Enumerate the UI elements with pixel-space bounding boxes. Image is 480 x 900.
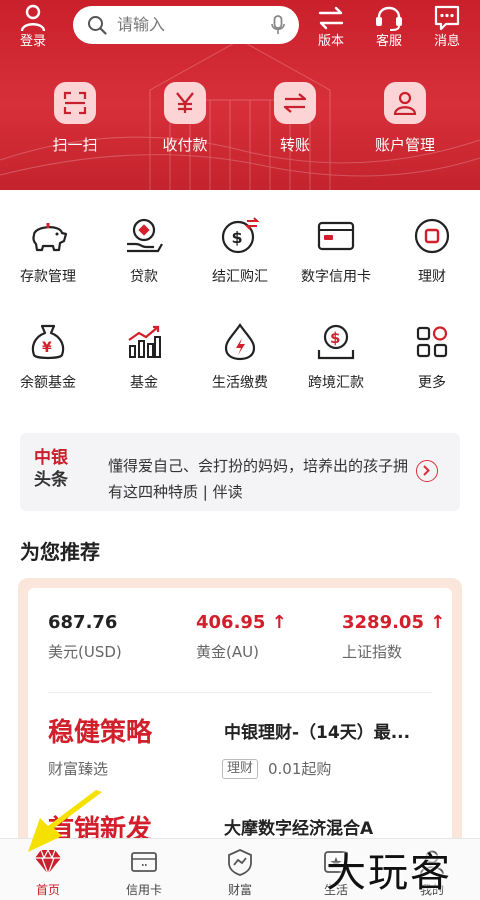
market-quote-shanghai-index[interactable]: 3289.05 ↑ 上证指数	[342, 612, 445, 662]
grid-label: 理财	[418, 269, 446, 285]
payment-label: 收付款	[162, 136, 208, 154]
loan-icon	[127, 218, 163, 253]
version-label: 版本	[317, 34, 344, 49]
news-headline-banner[interactable]: 中银 头条 懂得爱自己、会打扮的妈妈，培养出的孩子拥有这四种特质 | 伴读	[20, 433, 460, 511]
product-min-purchase: 0.01起购	[268, 760, 332, 778]
grid-label: 更多	[418, 375, 446, 391]
chevron-right-icon[interactable]	[416, 460, 438, 482]
grid-item-more[interactable]: 更多	[384, 322, 480, 392]
account-management-button[interactable]: 账户管理	[359, 82, 451, 155]
watermark: 大玩客	[326, 850, 452, 896]
search-icon	[88, 16, 107, 35]
grid-item-wealth[interactable]: 理财	[384, 216, 480, 286]
scan-icon	[54, 82, 96, 124]
wealth-shield-icon	[228, 849, 252, 876]
scan-button[interactable]: 扫一扫	[29, 82, 121, 155]
quote-value: 406.95 ↑	[196, 612, 287, 633]
version-button[interactable]: 版本	[309, 4, 353, 52]
quote-name: 黄金(AU)	[196, 643, 259, 661]
quote-value: 687.76	[48, 612, 118, 633]
quote-name: 上证指数	[342, 643, 403, 661]
product-name[interactable]: 中银理财-（14天）最...	[224, 718, 434, 743]
login-button[interactable]: 登录	[11, 4, 55, 52]
transfer-button[interactable]: 转账	[249, 82, 341, 155]
nav-label: 财富	[227, 883, 252, 897]
account-management-label: 账户管理	[374, 136, 435, 154]
customer-service-button[interactable]: 客服	[367, 4, 411, 52]
quote-name: 美元(USD)	[48, 643, 122, 661]
transfer-label: 转账	[279, 136, 310, 154]
switch-icon	[318, 6, 344, 30]
nav-label: 首页	[35, 883, 60, 897]
headset-icon	[376, 6, 402, 31]
grid-label: 跨境汇款	[308, 375, 364, 391]
grid-label: 存款管理	[20, 269, 76, 285]
fund-chart-icon	[128, 325, 161, 358]
payment-button[interactable]: 收付款	[139, 82, 231, 155]
quote-value: 3289.05 ↑	[342, 612, 446, 633]
credit-card-icon	[317, 221, 355, 251]
strategy-subtitle: 财富臻选	[48, 760, 109, 778]
product-name[interactable]: 大摩数字经济混合A	[224, 814, 434, 839]
login-label: 登录	[19, 34, 46, 49]
product-tag: 理财	[222, 759, 259, 779]
search-input[interactable]: 请输入	[73, 6, 299, 44]
recommend-section-title: 为您推荐	[20, 540, 100, 564]
grid-item-balance-fund[interactable]: ¥ 余额基金	[0, 322, 96, 392]
money-bag-icon: ¥	[31, 324, 65, 360]
utility-icon	[224, 323, 256, 361]
strategy-title[interactable]: 稳健策略	[48, 712, 152, 749]
svg-text:$: $	[232, 228, 243, 247]
scan-label: 扫一扫	[52, 136, 98, 154]
wealth-icon	[414, 218, 450, 254]
grid-item-deposit[interactable]: 存款管理	[0, 216, 96, 286]
grid-item-loan[interactable]: 贷款	[96, 216, 192, 286]
more-icon	[416, 326, 448, 358]
card-icon	[131, 852, 157, 872]
grid-item-fx[interactable]: $ 结汇购汇	[192, 216, 288, 286]
account-icon	[384, 82, 426, 124]
exchange-icon: $	[221, 217, 260, 254]
transfer-icon	[274, 82, 316, 124]
bank-headline-logo: 中银 头条	[34, 447, 82, 491]
grid-label: 余额基金	[20, 375, 76, 391]
nav-label: 信用卡	[125, 883, 162, 897]
grid-label: 结汇购汇	[212, 269, 268, 285]
grid-label: 贷款	[130, 269, 158, 285]
market-quote-usd[interactable]: 687.76 美元(USD)	[48, 612, 122, 662]
yellow-pointer-arrow-icon	[28, 790, 102, 852]
grid-item-credit-card[interactable]: 数字信用卡	[288, 216, 384, 286]
customer-service-label: 客服	[375, 34, 402, 49]
grid-label: 生活缴费	[212, 375, 268, 391]
header-banner: 登录 请输入 版本 客服 消息 扫一扫 收付款 转账 账户管理	[0, 0, 480, 190]
microphone-icon[interactable]	[271, 15, 285, 35]
divider	[48, 692, 432, 693]
grid-label: 数字信用卡	[301, 269, 371, 285]
top-bar: 登录 请输入 版本 客服 消息	[0, 0, 480, 56]
nav-wealth[interactable]: 财富	[192, 847, 288, 898]
logo-line-1: 中银	[34, 448, 68, 468]
headline-text: 懂得爱自己、会打扮的妈妈，培养出的孩子拥有这四种特质 | 伴读	[108, 457, 408, 501]
svg-text:¥: ¥	[42, 340, 52, 356]
user-icon	[20, 4, 46, 32]
messages-button[interactable]: 消息	[425, 4, 469, 52]
grid-item-fund[interactable]: 基金	[96, 322, 192, 392]
grid-item-utility[interactable]: 生活缴费	[192, 322, 288, 392]
search-placeholder: 请输入	[117, 15, 166, 34]
market-quote-gold[interactable]: 406.95 ↑ 黄金(AU)	[196, 612, 287, 662]
svg-text:$: $	[330, 329, 340, 347]
remittance-icon: $	[317, 324, 355, 360]
yen-icon	[164, 82, 206, 124]
grid-label: 基金	[130, 375, 158, 391]
messages-label: 消息	[433, 34, 460, 49]
message-icon	[434, 5, 460, 31]
grid-item-remittance[interactable]: $ 跨境汇款	[288, 322, 384, 392]
logo-line-2: 头条	[34, 470, 68, 490]
piggy-bank-icon	[32, 223, 68, 252]
